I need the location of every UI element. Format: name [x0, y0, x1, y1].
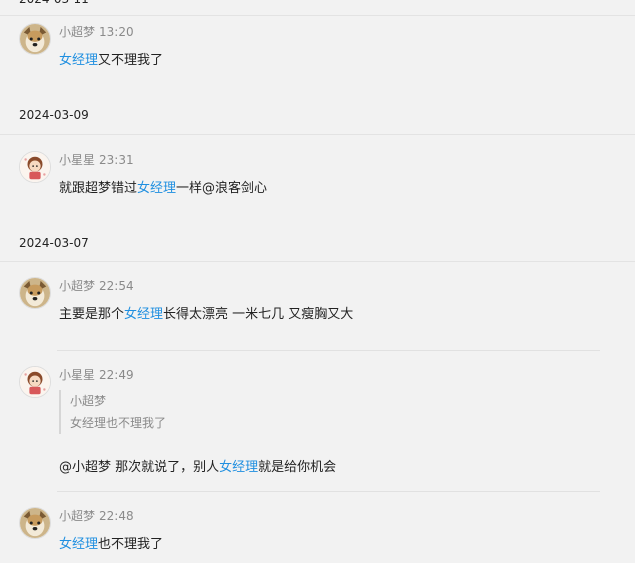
date-header-partial: 2024-03-11 [19, 0, 89, 6]
keyword-link[interactable]: 女经理 [59, 53, 98, 68]
keyword-link[interactable]: 女经理 [124, 307, 163, 322]
message-meta: 小超梦 13:20 [59, 23, 134, 40]
text-fragment: 又不理我了 [98, 53, 164, 68]
divider [0, 15, 635, 16]
text-fragment: 也不理我了 [98, 537, 164, 552]
username[interactable]: 小星星 [59, 153, 95, 167]
divider [0, 261, 635, 262]
message-text: 主要是那个女经理长得太漂亮 一米七几 又瘦胸又大 [59, 303, 353, 322]
text-fragment: 长得太漂亮 一米七几 又瘦胸又大 [163, 307, 354, 322]
username[interactable]: 小超梦 [59, 279, 95, 293]
text-fragment: 一样@浪客剑心 [176, 181, 268, 196]
timestamp: 22:48 [99, 509, 134, 523]
timestamp: 22:49 [99, 368, 134, 382]
timestamp: 13:20 [99, 25, 134, 39]
quoted-reply[interactable]: 小超梦 女经理也不理我了 [59, 390, 166, 434]
avatar-girl-icon[interactable] [19, 151, 51, 183]
keyword-link[interactable]: 女经理 [59, 537, 98, 552]
avatar-dog-icon[interactable] [19, 23, 51, 55]
date-header: 2024-03-07 [19, 236, 89, 250]
message-meta: 小超梦 22:54 [59, 277, 134, 294]
chat-history-panel: 2024-03-11 小超梦13:20 女经理又不理我了 2024-03-09 [0, 0, 635, 563]
message-divider [57, 350, 600, 351]
avatar-dog-icon[interactable] [19, 277, 51, 309]
message-meta: 小星星 23:31 [59, 151, 134, 168]
message-text: 女经理又不理我了 [59, 49, 163, 68]
message-text: @小超梦 那次就说了，别人女经理就是给你机会 [59, 456, 336, 475]
message-text: 女经理也不理我了 [59, 533, 163, 552]
username[interactable]: 小星星 [59, 368, 95, 382]
avatar-girl-icon[interactable] [19, 366, 51, 398]
text-fragment: 就跟超梦错过 [59, 181, 138, 196]
quote-username: 小超梦 [70, 394, 107, 408]
message-divider [57, 491, 600, 492]
keyword-link[interactable]: 女经理 [137, 181, 176, 196]
username[interactable]: 小超梦 [59, 509, 95, 523]
text-fragment: @小超梦 那次就说了，别人 [59, 460, 220, 475]
timestamp: 22:54 [99, 279, 134, 293]
text-fragment: 主要是那个 [59, 307, 125, 322]
message-meta: 小超梦 22:48 [59, 507, 134, 524]
message-meta: 小星星 22:49 [59, 366, 134, 383]
text-fragment: 就是给你机会 [258, 460, 337, 475]
avatar-dog-icon[interactable] [19, 507, 51, 539]
keyword-link[interactable]: 女经理 [219, 460, 258, 475]
message-text: 就跟超梦错过女经理一样@浪客剑心 [59, 177, 267, 196]
timestamp: 23:31 [99, 153, 134, 167]
date-header: 2024-03-09 [19, 108, 89, 122]
divider [0, 134, 635, 135]
username[interactable]: 小超梦 [59, 25, 95, 39]
quote-text: 女经理也不理我了 [70, 416, 167, 430]
